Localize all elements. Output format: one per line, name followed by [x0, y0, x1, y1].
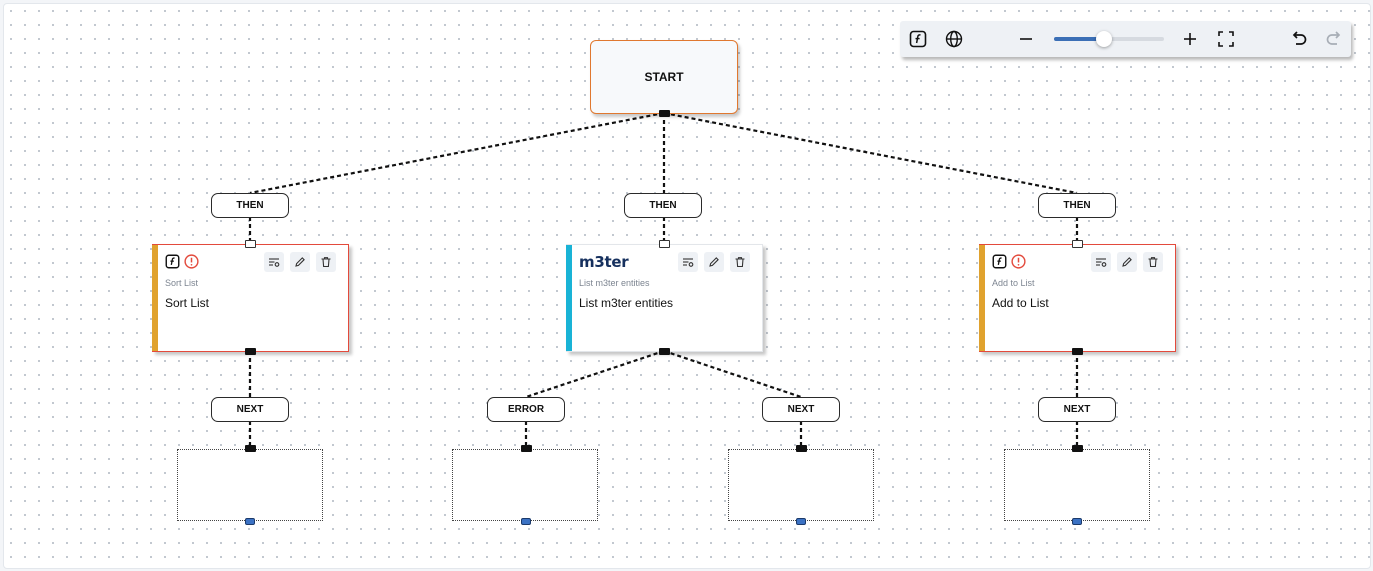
m3ter-input-port[interactable]: [659, 240, 670, 248]
m3ter-logo-text: m3ter: [579, 253, 629, 271]
m3ter-card[interactable]: m3ter List m3ter entities List m3ter ent…: [566, 244, 763, 352]
edit-button[interactable]: [704, 252, 724, 272]
function-icon: [165, 254, 180, 274]
undo-icon[interactable]: [1287, 28, 1311, 50]
card-accent-bar: [566, 245, 572, 351]
card-title: List m3ter entities: [579, 296, 674, 310]
then-connector-center[interactable]: THEN: [624, 193, 702, 218]
configure-button[interactable]: [678, 252, 698, 272]
edit-button[interactable]: [290, 252, 310, 272]
delete-button[interactable]: [316, 252, 336, 272]
then-connector-right[interactable]: THEN: [1038, 193, 1116, 218]
placeholder-3-input-port[interactable]: [796, 445, 807, 452]
add-to-list-input-port[interactable]: [1072, 240, 1083, 248]
m3ter-logo: m3ter: [579, 253, 629, 271]
configure-button[interactable]: [264, 252, 284, 272]
list-settings-icon: [1096, 258, 1107, 267]
add-to-list-output-port[interactable]: [1072, 348, 1083, 355]
canvas-toolbar: [900, 21, 1351, 57]
empty-step-placeholder-2[interactable]: [452, 449, 598, 521]
error-connector[interactable]: ERROR: [487, 397, 565, 422]
zoom-out-button[interactable]: [1014, 28, 1038, 50]
sort-list-output-port[interactable]: [245, 348, 256, 355]
error-label: ERROR: [507, 404, 545, 415]
card-accent-bar: [152, 245, 158, 351]
m3ter-output-port[interactable]: [659, 348, 670, 355]
zoom-in-button[interactable]: [1178, 28, 1202, 50]
list-settings-icon: [683, 258, 694, 267]
pencil-icon: [709, 257, 719, 267]
sort-list-input-port[interactable]: [245, 240, 256, 248]
then-connector-left[interactable]: THEN: [211, 193, 289, 218]
placeholder-3-output-port[interactable]: [796, 518, 806, 525]
globe-icon[interactable]: [942, 28, 966, 50]
next-connector-2[interactable]: NEXT: [762, 397, 840, 422]
start-node[interactable]: START: [590, 40, 738, 114]
trash-icon: [1148, 257, 1158, 268]
zoom-slider-thumb[interactable]: [1096, 31, 1112, 47]
then-label: THEN: [236, 200, 264, 211]
next-label: NEXT: [236, 404, 264, 415]
empty-step-placeholder-4[interactable]: [1004, 449, 1150, 521]
placeholder-1-input-port[interactable]: [245, 445, 256, 452]
empty-step-placeholder-1[interactable]: [177, 449, 323, 521]
card-title: Add to List: [992, 296, 1049, 310]
warning-icon: [184, 254, 199, 274]
minus-icon: [1020, 38, 1032, 40]
start-label: START: [644, 70, 684, 84]
card-subtitle: List m3ter entities: [579, 278, 650, 288]
next-label: NEXT: [787, 404, 815, 415]
next-label: NEXT: [1063, 404, 1091, 415]
delete-button[interactable]: [730, 252, 750, 272]
function-icon: [992, 254, 1007, 274]
placeholder-2-output-port[interactable]: [521, 518, 531, 525]
start-output-port[interactable]: [659, 110, 670, 117]
trash-icon: [735, 257, 745, 268]
next-connector-3[interactable]: NEXT: [1038, 397, 1116, 422]
add-to-list-card[interactable]: Add to List Add to List: [979, 244, 1176, 352]
empty-step-placeholder-3[interactable]: [728, 449, 874, 521]
placeholder-2-input-port[interactable]: [521, 445, 532, 452]
sort-list-card[interactable]: Sort List Sort List: [152, 244, 349, 352]
edit-button[interactable]: [1117, 252, 1137, 272]
warning-icon: [1011, 254, 1026, 274]
plus-icon: [1184, 33, 1196, 45]
pencil-icon: [1122, 257, 1132, 267]
list-settings-icon: [269, 258, 280, 267]
then-label: THEN: [1063, 200, 1091, 211]
function-icon[interactable]: [906, 28, 930, 50]
delete-button[interactable]: [1143, 252, 1163, 272]
then-label: THEN: [649, 200, 677, 211]
card-title: Sort List: [165, 296, 210, 310]
redo-icon[interactable]: [1322, 28, 1346, 50]
pencil-icon: [295, 257, 305, 267]
zoom-slider[interactable]: [1054, 31, 1164, 47]
placeholder-4-input-port[interactable]: [1072, 445, 1083, 452]
next-connector-1[interactable]: NEXT: [211, 397, 289, 422]
placeholder-4-output-port[interactable]: [1072, 518, 1082, 525]
trash-icon: [321, 257, 331, 268]
fullscreen-icon[interactable]: [1214, 28, 1238, 50]
configure-button[interactable]: [1091, 252, 1111, 272]
card-subtitle: Sort List: [165, 278, 199, 288]
placeholder-1-output-port[interactable]: [245, 518, 255, 525]
card-subtitle: Add to List: [992, 278, 1035, 288]
card-accent-bar: [979, 245, 985, 351]
